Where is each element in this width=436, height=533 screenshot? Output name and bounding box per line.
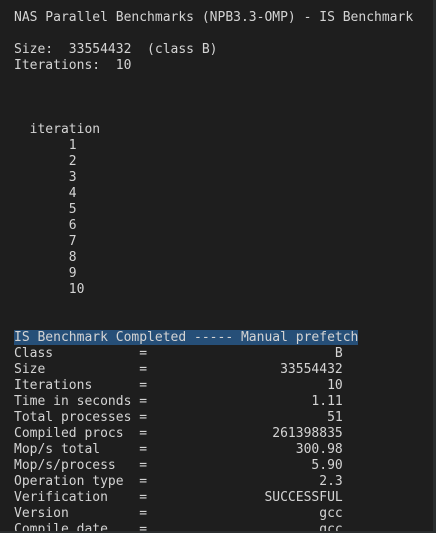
iteration-row: 6	[14, 218, 77, 233]
selected-text[interactable]: IS Benchmark Completed ----- Manual pref…	[14, 330, 359, 345]
terminal-window[interactable]: NAS Parallel Benchmarks (NPB3.3-OMP) - I…	[0, 0, 436, 533]
iteration-row: 2	[14, 154, 77, 169]
result-mops-process: Mop/s/process = 5.90	[14, 458, 343, 473]
result-size: Size = 33554432	[14, 362, 343, 377]
iterations-line: Iterations: 10	[14, 58, 132, 73]
iteration-header: iteration	[14, 122, 101, 137]
size-line: Size: 33554432 (class B)	[14, 42, 218, 57]
completed-banner: IS Benchmark Completed ----- Manual pref…	[14, 330, 436, 346]
result-total-processes: Total processes = 51	[14, 410, 343, 425]
result-operation-type: Operation type = 2.3	[14, 474, 343, 489]
result-time: Time in seconds = 1.11	[14, 394, 343, 409]
iteration-row: 8	[14, 250, 77, 265]
result-class: Class = B	[14, 346, 343, 361]
result-iterations: Iterations = 10	[14, 378, 343, 393]
iteration-row: 10	[14, 282, 85, 297]
result-version: Version = gcc	[14, 506, 343, 521]
iteration-row: 5	[14, 202, 77, 217]
result-verification: Verification = SUCCESSFUL	[14, 490, 343, 505]
iteration-row: 7	[14, 234, 77, 249]
iteration-row: 3	[14, 170, 77, 185]
iteration-row: 4	[14, 186, 77, 201]
result-compiled-procs: Compiled procs = 261398835	[14, 426, 343, 441]
result-mops-total: Mop/s total = 300.98	[14, 442, 343, 457]
iteration-row: 1	[14, 138, 77, 153]
iteration-row: 9	[14, 266, 77, 281]
benchmark-title: NAS Parallel Benchmarks (NPB3.3-OMP) - I…	[14, 10, 414, 25]
